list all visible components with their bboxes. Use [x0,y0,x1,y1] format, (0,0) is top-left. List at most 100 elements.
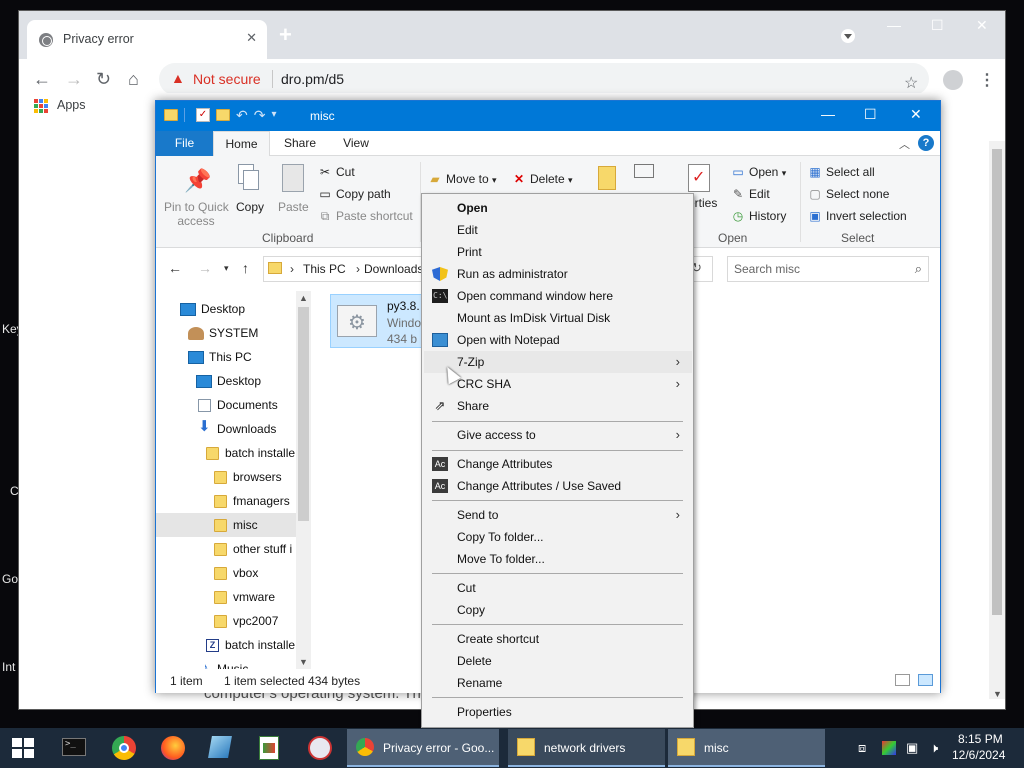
cut-button[interactable]: ✂ Cut [318,165,355,179]
close-window-icon[interactable]: ✕ [910,106,922,123]
app-icon[interactable] [308,736,332,760]
tree-item-fmanagers[interactable]: fmanagers [156,489,296,513]
new-tab-button[interactable]: + [279,24,292,46]
menu-item-cut[interactable]: Cut [424,577,692,599]
tree-item-misc[interactable]: misc [156,513,296,537]
tray-app-icon[interactable]: ▣ [906,740,918,756]
menu-item-change-attributes-saved[interactable]: Ac Change Attributes / Use Saved [424,475,692,497]
address-bar[interactable]: ▲ Not secure dro.pm/d5 [159,63,929,95]
menu-item-properties[interactable]: Properties [424,701,692,723]
minimize-icon[interactable]: — [821,106,835,122]
firefox-icon[interactable] [161,736,185,760]
network-icon[interactable]: ⧈ [858,740,866,756]
forward-arrow-icon[interactable]: → [198,260,212,276]
url-text[interactable]: dro.pm/d5 [281,71,344,87]
tab-share[interactable]: Share [270,131,330,156]
recent-locations-icon[interactable]: ▾ [224,263,229,274]
tree-item-music[interactable]: ♪ Music [156,657,296,669]
taskbar-task-misc[interactable]: misc [668,729,825,767]
paste-button[interactable]: Paste [278,200,309,214]
profile-avatar[interactable] [943,70,963,90]
move-to-button[interactable]: ▰ Move to ▾ [428,172,496,186]
search-box[interactable]: ⌕ [727,256,929,282]
volume-muted-icon[interactable]: 🕨 [930,740,938,756]
explorer-title-bar[interactable]: ✓ ↶ ↷ ▾ misc — ☐ ✕ [156,101,940,131]
history-button[interactable]: ◷ History [731,209,787,223]
tree-item-this-pc[interactable]: This PC [156,345,296,369]
tab-search-icon[interactable] [841,29,855,43]
tree-item-desktop[interactable]: Desktop [156,297,296,321]
clock-date[interactable]: 12/6/2024 [952,748,1005,762]
menu-item-run-as-administrator[interactable]: Run as administrator [424,263,692,285]
tree-item-documents[interactable]: Documents [156,393,296,417]
scroll-thumb[interactable] [298,307,309,521]
help-icon[interactable]: ? [918,135,934,151]
tree-item-vmware[interactable]: vmware [156,585,296,609]
tree-item-batch-installe-zip[interactable]: Zbatch installe [156,633,296,657]
customize-qat-icon[interactable]: ▾ [271,108,276,122]
delete-button[interactable]: ✕ Delete ▾ [512,172,573,186]
menu-item-print[interactable]: Print [424,241,692,263]
editor-icon[interactable] [259,736,279,760]
properties-icon[interactable]: ✓ [196,108,210,122]
large-icons-view-icon[interactable] [918,674,933,686]
cmd-icon[interactable]: >_ [62,738,86,756]
clock-time[interactable]: 8:15 PM [958,732,1003,746]
undo-icon[interactable]: ↶ [236,108,248,122]
app-icon[interactable] [208,736,232,758]
home-icon[interactable]: ⌂ [128,69,139,89]
taskbar-task-chrome[interactable]: Privacy error - Goo... [347,729,499,767]
maximize-icon[interactable]: ☐ [864,106,877,123]
menu-item-delete[interactable]: Delete [424,650,692,672]
chrome-tab-privacy-error[interactable]: Privacy error ✕ [27,20,267,59]
details-view-icon[interactable] [895,674,910,686]
tree-item-batch-installe[interactable]: batch installe [156,441,296,465]
up-arrow-icon[interactable]: ↑ [242,260,249,276]
menu-item-rename[interactable]: Rename [424,672,692,694]
copy-button[interactable]: Copy [236,200,264,214]
minimize-icon[interactable]: — [887,17,901,33]
menu-item-give-access-to[interactable]: Give access to › [424,424,692,446]
copy-path-button[interactable]: ▭ Copy path [318,187,390,201]
pin-to-quick-access-button[interactable]: Pin to Quick access [164,200,229,228]
invert-selection-button[interactable]: ▣ Invert selection [808,209,906,223]
scroll-down-icon[interactable]: ▼ [993,689,1002,699]
more-menu-icon[interactable]: ⋮ [979,70,995,90]
collapse-ribbon-icon[interactable]: ︿ [899,136,910,152]
start-button[interactable] [12,738,34,758]
back-arrow-icon[interactable]: ← [168,260,182,276]
not-secure-label[interactable]: Not secure [193,71,261,87]
tree-item-system[interactable]: SYSTEM [156,321,296,345]
forward-arrow-icon[interactable]: → [65,69,83,89]
menu-item-change-attributes[interactable]: Ac Change Attributes [424,453,692,475]
new-folder-icon[interactable] [216,109,230,121]
open-button[interactable]: ▭ Open ▾ [731,165,786,179]
new-item-icon[interactable] [634,164,654,178]
tab-file[interactable]: File [156,131,213,156]
back-arrow-icon[interactable]: ← [33,69,51,89]
redo-icon[interactable]: ↷ [254,108,266,122]
tab-home[interactable]: Home [213,131,270,156]
tree-item-vpc2007[interactable]: vpc2007 [156,609,296,633]
menu-item-7zip[interactable]: 7-Zip › [424,351,692,373]
tree-item-downloads[interactable]: ⬇ Downloads [156,417,296,441]
search-input[interactable] [734,260,904,278]
menu-item-crc-sha[interactable]: CRC SHA › [424,373,692,395]
bookmark-star-icon[interactable]: ☆ [904,73,918,93]
menu-item-copy[interactable]: Copy [424,599,692,621]
tree-item-other-stuff[interactable]: other stuff i [156,537,296,561]
maximize-icon[interactable]: ☐ [931,17,944,34]
breadcrumb-this-pc[interactable]: This PC [303,262,346,276]
menu-item-copy-to-folder[interactable]: Copy To folder... [424,526,692,548]
close-window-icon[interactable]: ✕ [976,17,988,34]
tree-item-browsers[interactable]: browsers [156,465,296,489]
color-tray-icon[interactable] [882,741,896,755]
menu-item-open-command-window[interactable]: C:\ Open command window here [424,285,692,307]
menu-item-send-to[interactable]: Send to › [424,504,692,526]
page-scrollbar[interactable]: ▼ [989,141,1005,699]
tab-view[interactable]: View [330,131,382,156]
scroll-thumb[interactable] [992,149,1002,615]
scroll-down-icon[interactable]: ▼ [299,657,308,667]
menu-item-edit[interactable]: Edit [424,219,692,241]
breadcrumb-downloads[interactable]: Downloads [364,262,423,276]
